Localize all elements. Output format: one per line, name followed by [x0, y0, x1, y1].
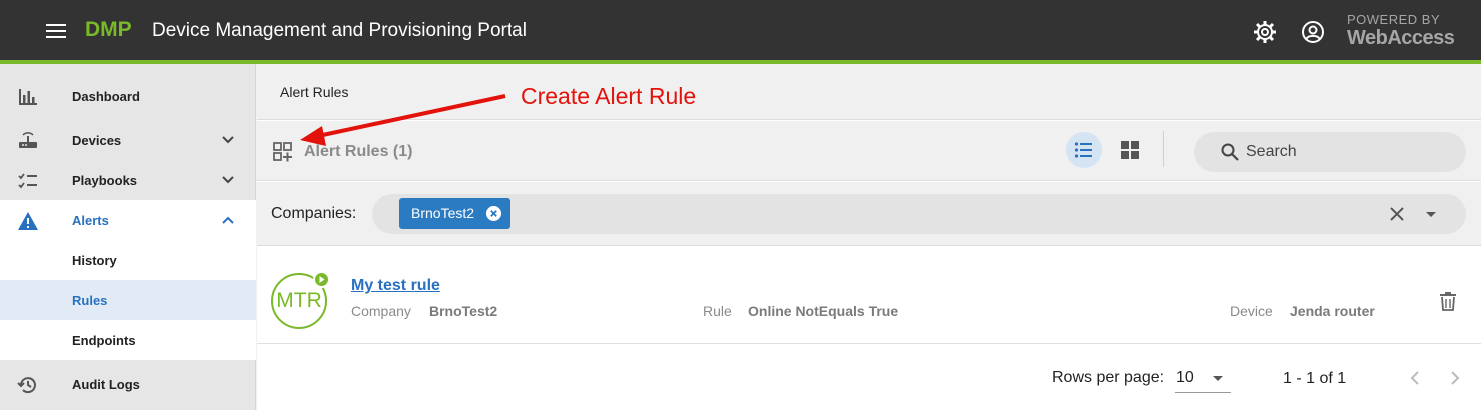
annotation-label: Create Alert Rule	[521, 83, 697, 109]
sidebar-item-devices[interactable]: Devices	[0, 120, 256, 160]
add-widget-icon[interactable]	[271, 140, 295, 164]
webaccess-label: WebAccess	[1347, 27, 1455, 49]
device-value: Jenda router	[1290, 303, 1375, 319]
search-placeholder: Search	[1246, 143, 1297, 160]
rule-key: Rule	[703, 303, 732, 319]
search-icon	[1221, 143, 1239, 161]
list-item[interactable]: MTR My test rule Company BrnoTest2 Rule …	[257, 247, 1481, 344]
chevron-right-icon[interactable]	[1447, 369, 1463, 387]
chevron-up-icon	[222, 216, 234, 224]
powered-by-logo: POWERED BY WebAccess	[1347, 13, 1457, 48]
dropdown-arrow-icon[interactable]	[1426, 212, 1436, 217]
account-icon[interactable]	[1301, 20, 1325, 44]
powered-by-label: POWERED BY	[1347, 12, 1441, 27]
device-key: Device	[1230, 303, 1273, 319]
checklist-icon	[18, 173, 37, 189]
companies-label: Companies:	[271, 205, 357, 222]
hamburger-menu-icon[interactable]	[46, 24, 66, 40]
history-icon	[17, 377, 36, 394]
bar-chart-icon	[19, 89, 37, 105]
search-input[interactable]: Search	[1194, 132, 1466, 172]
chevron-down-icon	[222, 136, 234, 144]
sidebar-item-label: History	[72, 253, 117, 268]
router-icon	[19, 132, 37, 148]
toolbar: Alert Rules (1) Search	[257, 121, 1481, 181]
rows-per-page-label: Rows per page:	[1052, 369, 1165, 386]
sidebar-item-label: Devices	[72, 133, 122, 148]
company-value: BrnoTest2	[429, 303, 498, 319]
chip-remove-icon[interactable]	[486, 206, 502, 221]
companies-select[interactable]: BrnoTest2	[372, 194, 1466, 234]
breadcrumb: Alert Rules	[280, 84, 349, 100]
sidebar-item-rules[interactable]: Rules	[0, 280, 256, 320]
sidebar-item-history[interactable]: History	[0, 240, 256, 280]
rows-per-page-value: 10	[1176, 369, 1194, 386]
rows-per-page-select[interactable]: 10	[1175, 365, 1231, 393]
chip-label: BrnoTest2	[411, 205, 475, 221]
rule-value: Online NotEquals True	[748, 303, 899, 319]
pagination: Rows per page: 10 1 - 1 of 1	[257, 345, 1481, 410]
brand-logo: DMP	[85, 18, 132, 41]
filter-bar: Companies: BrnoTest2	[257, 182, 1481, 246]
top-bar: DMP Device Management and Provisioning P…	[0, 0, 1481, 60]
play-icon	[313, 271, 330, 288]
sidebar-item-label: Alerts	[72, 213, 109, 228]
main-content: Alert Rules Create Alert Rule Alert Rule…	[257, 64, 1481, 410]
clear-icon[interactable]	[1389, 206, 1405, 222]
sidebar-item-alerts[interactable]: Alerts	[0, 200, 256, 240]
sidebar-item-label: Dashboard	[72, 89, 140, 104]
warning-icon	[18, 212, 38, 230]
delete-icon[interactable]	[1439, 291, 1457, 311]
sidebar-item-playbooks[interactable]: Playbooks	[0, 160, 256, 200]
settings-gear-icon[interactable]	[1253, 20, 1277, 44]
rule-avatar: MTR	[271, 271, 330, 329]
sidebar-item-audit-logs[interactable]: Audit Logs	[0, 364, 256, 404]
rule-name-link[interactable]: My test rule	[351, 277, 440, 295]
sidebar-item-endpoints[interactable]: Endpoints	[0, 320, 256, 360]
sidebar-item-label: Rules	[72, 293, 108, 308]
sidebar-item-label: Audit Logs	[72, 377, 140, 392]
list-icon	[1074, 142, 1092, 158]
sidebar-item-label: Endpoints	[72, 333, 136, 348]
grid-icon	[1121, 141, 1139, 159]
toolbar-divider	[1163, 131, 1164, 167]
app-title: Device Management and Provisioning Porta…	[152, 20, 527, 41]
company-key: Company	[351, 303, 411, 319]
sidebar-item-label: Playbooks	[72, 173, 138, 188]
sidebar: Dashboard Devices Playbooks Alerts Histo…	[0, 64, 256, 410]
sidebar-item-dashboard[interactable]: Dashboard	[0, 76, 256, 116]
list-view-button[interactable]	[1066, 132, 1102, 168]
company-chip[interactable]: BrnoTest2	[399, 198, 511, 229]
chevron-down-icon	[222, 176, 234, 184]
dropdown-arrow-icon	[1213, 376, 1223, 381]
chevron-left-icon[interactable]	[1407, 369, 1423, 387]
avatar-initials: MTR	[276, 289, 322, 312]
grid-view-button[interactable]	[1112, 132, 1148, 168]
page-range: 1 - 1 of 1	[1283, 370, 1347, 387]
breadcrumb-bar: Alert Rules Create Alert Rule	[257, 64, 1481, 120]
rules-count-title: Alert Rules (1)	[304, 143, 413, 160]
